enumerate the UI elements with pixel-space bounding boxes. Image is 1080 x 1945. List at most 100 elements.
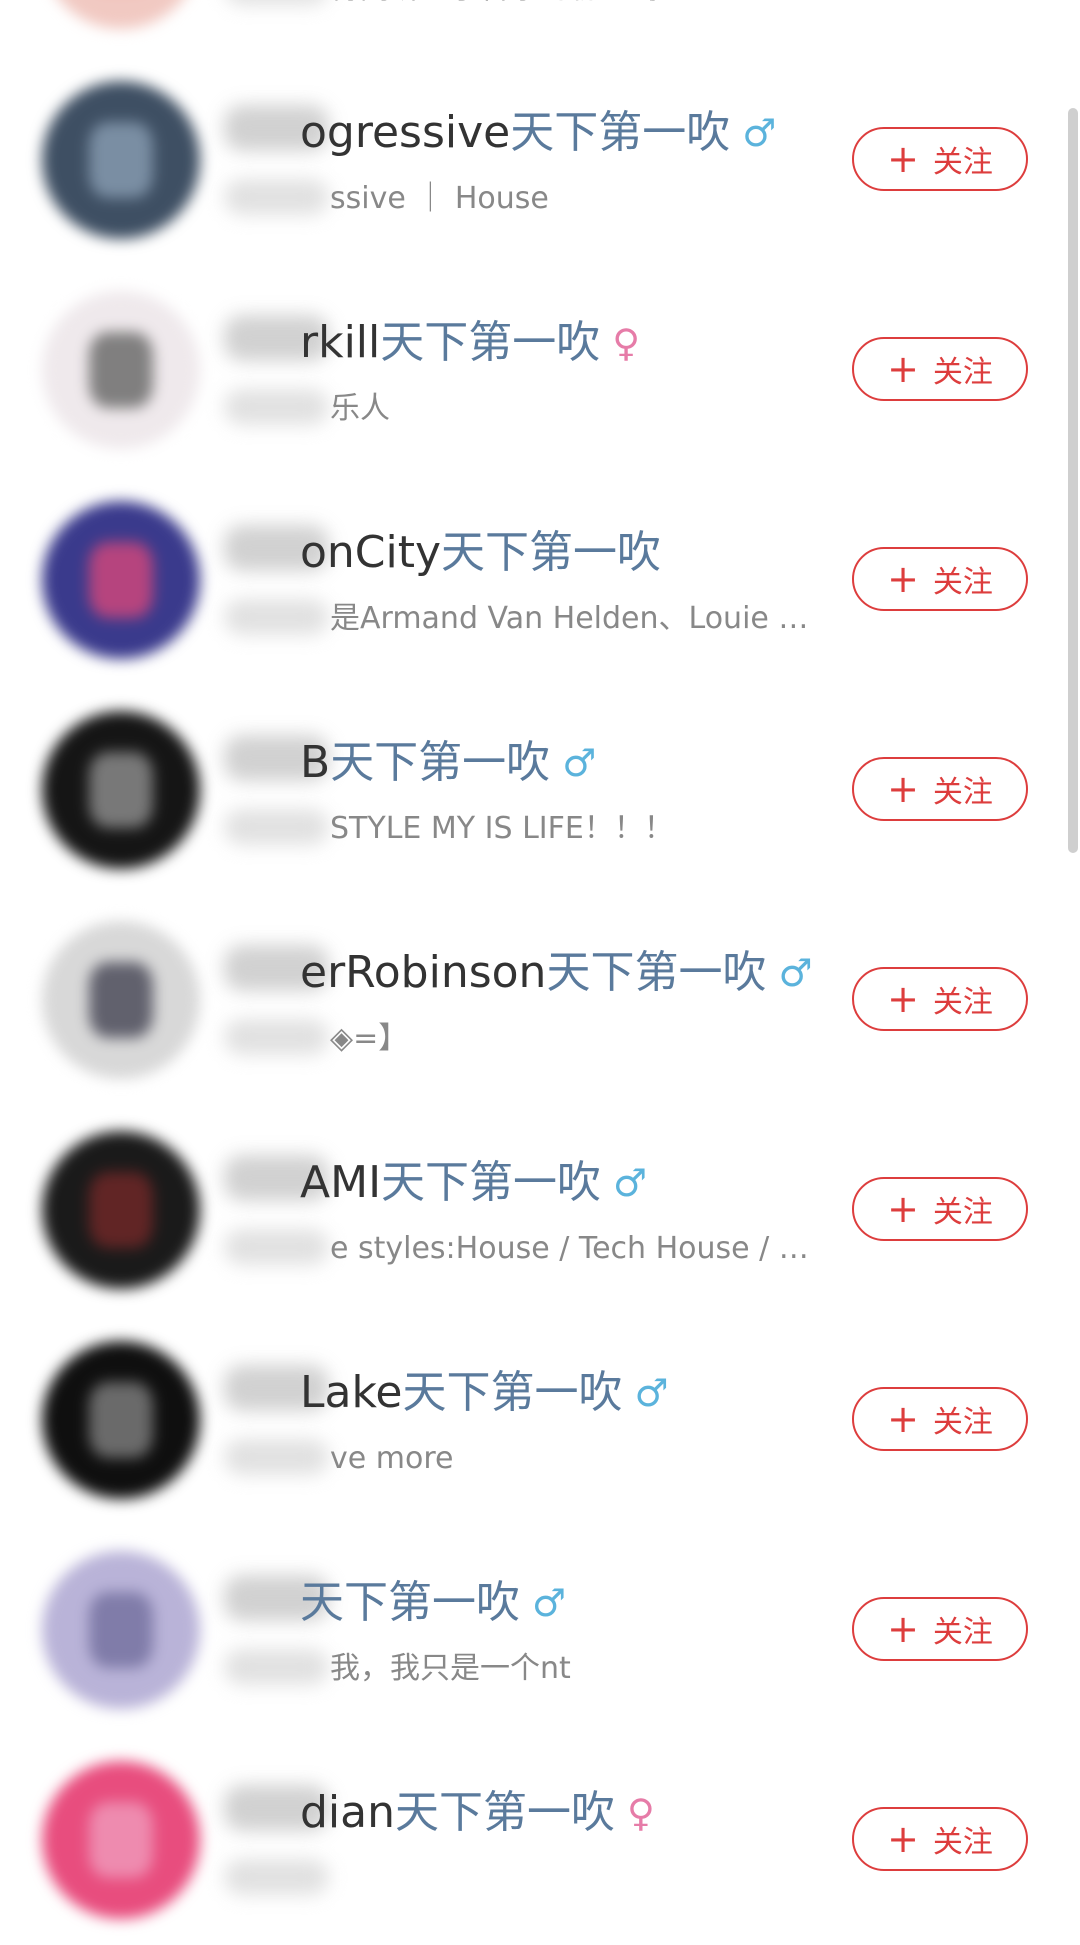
user-row[interactable]: AMI天下第一吹 ♂ e styles:House / Tech House / B…: [0, 1105, 1080, 1315]
user-name: erRobinson: [300, 947, 547, 998]
follow-label: 关注: [932, 1195, 993, 1230]
user-title: 天下第一吹: [546, 947, 767, 998]
male-gender-icon: ♂: [742, 111, 777, 155]
user-bio: e styles:House / Tech House / Bass House: [330, 1231, 820, 1266]
follow-button[interactable]: + 关注: [852, 1597, 1028, 1661]
user-list: 天下第一吹♀得刚听电子音乐的初心吗+关注ogressive天下第一吹♂ssive…: [0, 0, 1080, 1945]
user-avatar[interactable]: [42, 1131, 200, 1289]
follow-button[interactable]: + 关注: [852, 1387, 1028, 1451]
user-row[interactable]: Lake天下第一吹 ♂ ve more + 关注: [0, 1315, 1080, 1525]
user-bio: ve more: [330, 1441, 454, 1476]
user-row[interactable]: ogressive天下第一吹 ♂ ssive ｜ House + 关注: [0, 55, 1080, 265]
user-avatar[interactable]: [42, 291, 200, 449]
follow-button[interactable]: + 关注: [852, 127, 1028, 191]
female-gender-icon: ♀: [612, 321, 641, 365]
user-name-line[interactable]: rkill天下第一吹 ♀: [300, 315, 640, 371]
user-avatar[interactable]: [42, 0, 200, 29]
bio-privacy-blur: [224, 0, 329, 5]
user-name-line[interactable]: onCity天下第一吹: [300, 525, 661, 581]
plus-icon: +: [887, 557, 919, 601]
follow-label: 关注: [932, 985, 993, 1020]
male-gender-icon: ♂: [613, 1161, 648, 1205]
user-title: 天下第一吹: [330, 737, 551, 788]
user-avatar[interactable]: [42, 81, 200, 239]
avatar-image: [89, 542, 153, 618]
user-name-line[interactable]: erRobinson天下第一吹 ♂: [300, 945, 813, 1001]
avatar-image: [89, 122, 153, 198]
bio-privacy-blur: [224, 1859, 329, 1895]
user-name: ogressive: [300, 107, 511, 158]
user-bio: ◈=】: [330, 1021, 409, 1056]
user-avatar[interactable]: [42, 1551, 200, 1709]
user-avatar[interactable]: [42, 501, 200, 659]
bio-privacy-blur: [224, 1229, 329, 1265]
plus-icon: +: [887, 1607, 919, 1651]
user-bio: STYLE MY IS LIFE！！！: [330, 811, 674, 846]
user-name-line[interactable]: AMI天下第一吹 ♂: [300, 1155, 647, 1211]
user-title: 天下第一吹: [381, 1157, 602, 1208]
follow-label: 关注: [932, 355, 993, 390]
user-title: 天下第一吹: [380, 317, 601, 368]
user-name-line[interactable]: dian天下第一吹 ♀: [300, 1785, 655, 1841]
user-name-line[interactable]: B天下第一吹 ♂: [300, 735, 596, 791]
bio-privacy-blur: [224, 599, 329, 635]
user-avatar[interactable]: [42, 711, 200, 869]
user-row[interactable]: 天下第一吹♀得刚听电子音乐的初心吗+关注: [0, 0, 1080, 55]
plus-icon: +: [887, 977, 919, 1021]
plus-icon: +: [887, 1397, 919, 1441]
avatar-image: [89, 752, 153, 828]
male-gender-icon: ♂: [562, 741, 597, 785]
user-title: 天下第一吹: [510, 107, 731, 158]
plus-icon: +: [887, 767, 919, 811]
user-bio: 乐人: [330, 391, 390, 426]
user-name: B: [300, 737, 331, 788]
user-row[interactable]: rkill天下第一吹 ♀ 乐人 + 关注: [0, 265, 1080, 475]
user-row[interactable]: 天下第一吹 ♂ 我，我只是一个nt + 关注: [0, 1525, 1080, 1735]
avatar-image: [89, 1382, 153, 1458]
follow-button[interactable]: + 关注: [852, 1177, 1028, 1241]
avatar-image: [89, 1802, 153, 1878]
bio-privacy-blur: [224, 809, 329, 845]
user-bio: ssive ｜ House: [330, 181, 549, 216]
follow-label: 关注: [932, 1405, 993, 1440]
user-avatar[interactable]: [42, 921, 200, 1079]
user-title: 天下第一吹: [395, 1787, 616, 1838]
user-name-line[interactable]: ogressive天下第一吹 ♂: [300, 105, 776, 161]
user-title: 天下第一吹: [300, 1577, 520, 1628]
bio-privacy-blur: [224, 1649, 329, 1685]
bio-privacy-blur: [224, 179, 329, 215]
follow-button[interactable]: + 关注: [852, 1807, 1028, 1871]
avatar-image: [89, 962, 153, 1038]
female-gender-icon: ♀: [627, 1791, 655, 1835]
user-avatar[interactable]: [42, 1341, 200, 1499]
plus-icon: +: [887, 1187, 919, 1231]
user-name: dian: [300, 1787, 396, 1838]
user-avatar[interactable]: [42, 1761, 200, 1919]
user-name: rkill: [300, 317, 381, 368]
follow-label: 关注: [932, 1615, 993, 1650]
male-gender-icon: ♂: [532, 1581, 567, 1625]
user-row[interactable]: onCity天下第一吹 是Armand Van Helden、Louie Vega…: [0, 475, 1080, 685]
avatar-image: [89, 332, 153, 408]
user-name-line[interactable]: 天下第一吹 ♂: [300, 1575, 566, 1631]
user-bio: 得刚听电子音乐的初心吗: [330, 0, 820, 9]
follow-label: 关注: [932, 565, 993, 600]
follow-button[interactable]: + 关注: [852, 757, 1028, 821]
user-name-line[interactable]: Lake天下第一吹 ♂: [300, 1365, 669, 1421]
follow-button[interactable]: + 关注: [852, 547, 1028, 611]
bio-privacy-blur: [224, 1019, 329, 1055]
user-row[interactable]: dian天下第一吹 ♀ + 关注: [0, 1735, 1080, 1945]
follow-button[interactable]: + 关注: [852, 337, 1028, 401]
user-row[interactable]: erRobinson天下第一吹 ♂ ◈=】 + 关注: [0, 895, 1080, 1105]
male-gender-icon: ♂: [778, 951, 813, 995]
user-name: Lake: [300, 1367, 403, 1418]
user-row[interactable]: B天下第一吹 ♂ STYLE MY IS LIFE！！！ + 关注: [0, 685, 1080, 895]
user-title: 天下第一吹: [402, 1367, 623, 1418]
plus-icon: +: [887, 1817, 919, 1861]
user-title: 天下第一吹: [441, 527, 662, 578]
follow-label: 关注: [932, 775, 993, 810]
user-bio: 我，我只是一个nt: [330, 1651, 571, 1686]
scrollbar[interactable]: [1068, 108, 1078, 853]
follow-button[interactable]: + 关注: [852, 967, 1028, 1031]
bio-privacy-blur: [224, 389, 329, 425]
